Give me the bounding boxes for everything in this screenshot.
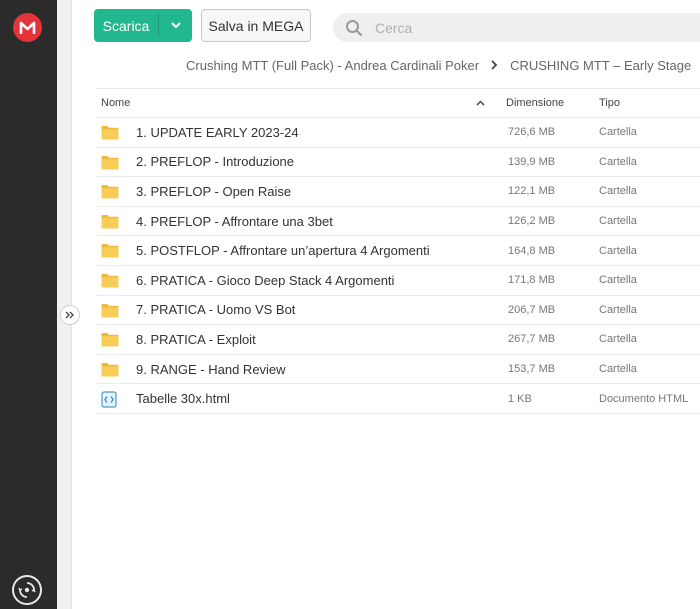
chevron-down-icon[interactable]: [159, 9, 192, 42]
row-name[interactable]: 4. PREFLOP - Affrontare una 3bet: [136, 214, 333, 229]
table-row[interactable]: 6. PRATICA - Gioco Deep Stack 4 Argoment…: [96, 266, 700, 296]
row-size: 126,2 MB: [508, 215, 556, 228]
row-size: 206,7 MB: [508, 303, 556, 316]
search-input[interactable]: [375, 19, 675, 36]
row-type: Cartella: [599, 303, 637, 316]
table-row[interactable]: 4. PREFLOP - Affrontare una 3bet 126,2 MB…: [96, 207, 700, 237]
header-type[interactable]: Tipo: [599, 97, 620, 109]
row-size: 267,7 MB: [508, 333, 556, 346]
search-bar[interactable]: [333, 13, 700, 42]
row-size: 153,7 MB: [508, 363, 556, 376]
row-type: Cartella: [599, 215, 637, 228]
row-name[interactable]: 1. UPDATE EARLY 2023-24: [136, 125, 299, 140]
folder-icon: [101, 243, 119, 258]
header-size[interactable]: Dimensione: [506, 97, 564, 109]
row-size: 1 KB: [508, 392, 532, 405]
row-size: 726,6 MB: [508, 126, 556, 139]
table-row[interactable]: 2. PREFLOP - Introduzione 139,9 MB Cartell…: [96, 148, 700, 178]
row-type: Cartella: [599, 155, 637, 168]
save-to-mega-button[interactable]: Salva in MEGA: [201, 9, 311, 42]
row-name[interactable]: 9. RANGE - Hand Review: [136, 362, 286, 377]
folder-icon: [101, 273, 119, 288]
row-type: Cartella: [599, 126, 637, 139]
breadcrumb-current[interactable]: CRUSHING MTT – Early Stage: [510, 58, 691, 73]
sync-icon[interactable]: [12, 575, 42, 605]
download-button[interactable]: Scarica: [94, 9, 192, 42]
folder-icon: [101, 303, 119, 318]
table-row[interactable]: 8. PRATICA - Exploit 267,7 MB Cartella: [96, 325, 700, 355]
row-name[interactable]: 7. PRATICA - Uomo VS Bot: [136, 302, 295, 317]
download-button-label[interactable]: Scarica: [94, 9, 158, 42]
row-type: Documento HTML: [599, 392, 689, 405]
folder-icon: [101, 332, 119, 347]
table-row[interactable]: 1. UPDATE EARLY 2023-24 726,6 MB Cartella: [96, 118, 700, 148]
mega-logo-icon[interactable]: [13, 13, 42, 42]
folder-icon: [101, 214, 119, 229]
folder-icon: [101, 184, 119, 199]
row-size: 164,8 MB: [508, 244, 556, 257]
folder-icon: [101, 125, 119, 140]
row-name[interactable]: 2. PREFLOP - Introduzione: [136, 154, 294, 169]
row-size: 122,1 MB: [508, 185, 556, 198]
table-body: 1. UPDATE EARLY 2023-24 726,6 MB Cartella 2…: [96, 118, 700, 414]
left-sidebar: [0, 0, 57, 609]
row-size: 171,8 MB: [508, 274, 556, 287]
row-size: 139,9 MB: [508, 155, 556, 168]
html-file-icon: [101, 391, 119, 408]
row-type: Cartella: [599, 363, 637, 376]
table-row[interactable]: 9. RANGE - Hand Review 153,7 MB Cartella: [96, 355, 700, 385]
folder-icon: [101, 362, 119, 377]
row-type: Cartella: [599, 333, 637, 346]
table-row[interactable]: 5. POSTFLOP - Affrontare un’apertura 4 A…: [96, 236, 700, 266]
chevron-right-icon: [491, 58, 498, 73]
table-row[interactable]: 7. PRATICA - Uomo VS Bot 206,7 MB Cartella: [96, 296, 700, 326]
search-icon[interactable]: [337, 19, 371, 37]
row-name[interactable]: 3. PREFLOP - Open Raise: [136, 184, 291, 199]
row-type: Cartella: [599, 185, 637, 198]
sort-ascending-icon[interactable]: [476, 98, 485, 108]
table-row[interactable]: 3. PREFLOP - Open Raise 122,1 MB Cartella: [96, 177, 700, 207]
row-name[interactable]: 6. PRATICA - Gioco Deep Stack 4 Argoment…: [136, 273, 394, 288]
breadcrumb-parent[interactable]: Crushing MTT (Full Pack) - Andrea Cardin…: [186, 58, 479, 73]
file-table: Nome Dimensione Tipo 1. UPDATE EARLY 202…: [96, 88, 700, 414]
header-name[interactable]: Nome: [101, 97, 130, 109]
table-header: Nome Dimensione Tipo: [96, 88, 700, 118]
breadcrumb: Crushing MTT (Full Pack) - Andrea Cardin…: [186, 56, 691, 74]
row-type: Cartella: [599, 244, 637, 257]
row-name[interactable]: 8. PRATICA - Exploit: [136, 332, 256, 347]
row-name[interactable]: 5. POSTFLOP - Affrontare un’apertura 4 A…: [136, 243, 430, 258]
row-name[interactable]: Tabelle 30x.html: [136, 391, 230, 406]
row-type: Cartella: [599, 274, 637, 287]
table-row[interactable]: Tabelle 30x.html 1 KB Documento HTML: [96, 384, 700, 414]
main-content: Scarica Salva in MEGA Crushing MTT (Full…: [72, 0, 700, 609]
folder-icon: [101, 155, 119, 170]
